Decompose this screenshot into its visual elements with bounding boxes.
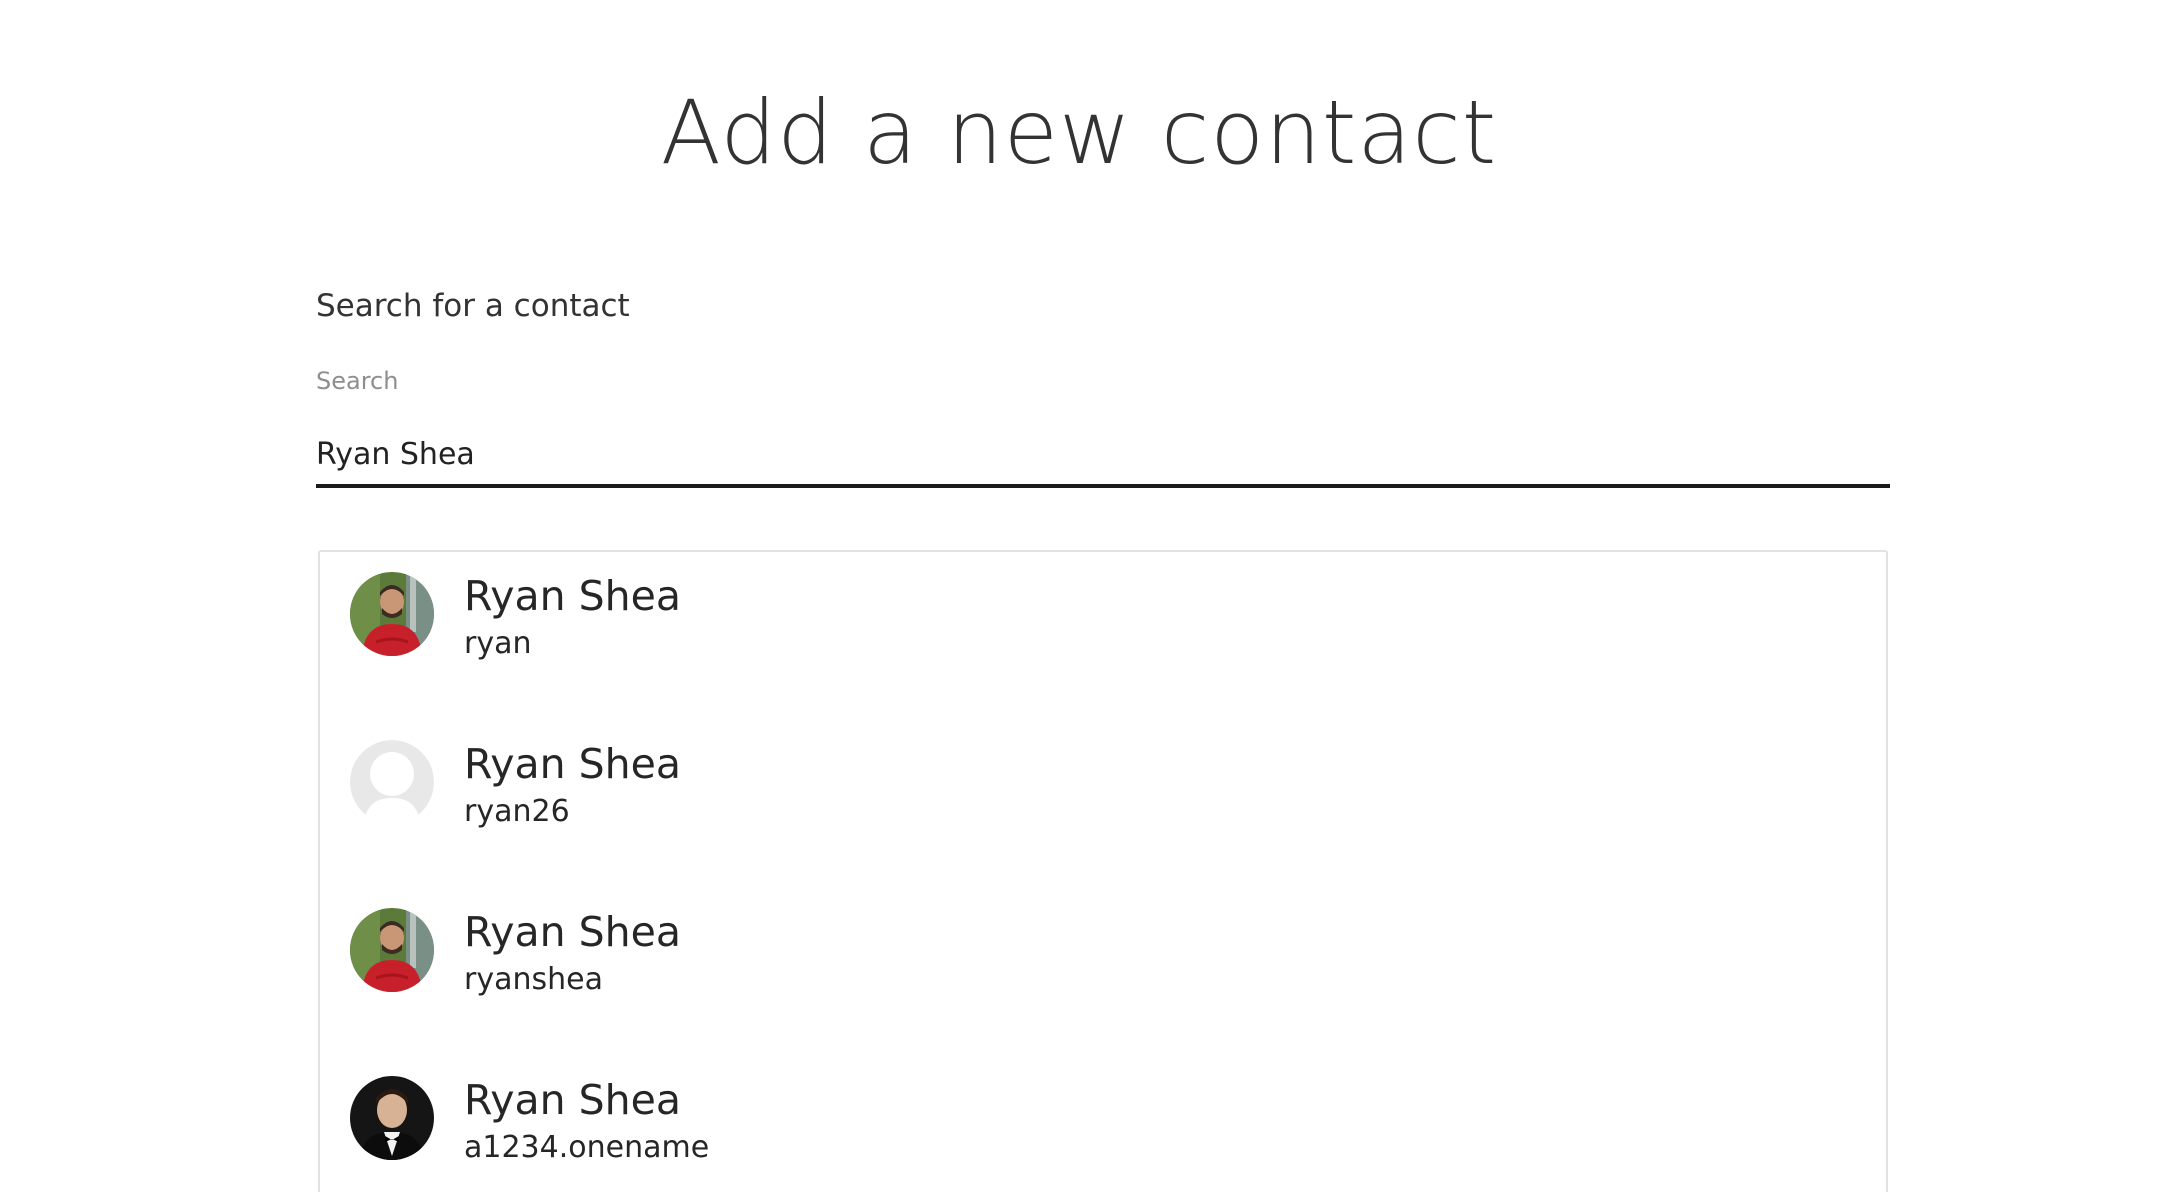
default-avatar-icon	[350, 740, 434, 824]
page-title: Add a new contact	[660, 81, 1498, 184]
search-section-heading: Search for a contact	[316, 288, 630, 324]
avatar-photo	[350, 572, 434, 656]
search-input[interactable]	[316, 424, 1890, 488]
result-username: ryan26	[464, 794, 570, 829]
avatar-photo	[350, 908, 434, 992]
result-name: Ryan Shea	[464, 1076, 682, 1124]
result-name: Ryan Shea	[464, 572, 682, 620]
avatar-photo	[350, 1076, 434, 1160]
result-username: ryanshea	[464, 962, 603, 997]
result-name: Ryan Shea	[464, 740, 682, 788]
result-item-ryanshea[interactable]: Ryan Shea ryanshea	[320, 888, 1886, 1056]
result-name: Ryan Shea	[464, 908, 682, 956]
result-username: ryan	[464, 626, 532, 661]
result-item-a1234-onename[interactable]: Ryan Shea a1234.onename	[320, 1056, 1886, 1192]
result-item-ryan26[interactable]: Ryan Shea ryan26	[320, 720, 1886, 888]
search-label: Search	[316, 367, 399, 395]
result-username: a1234.onename	[464, 1130, 710, 1165]
search-results-list: Ryan Shea ryan Ryan Shea ryan26 Ryan She…	[318, 550, 1888, 1192]
search-field: Search	[316, 364, 1890, 494]
result-item-ryan[interactable]: Ryan Shea ryan	[320, 552, 1886, 720]
